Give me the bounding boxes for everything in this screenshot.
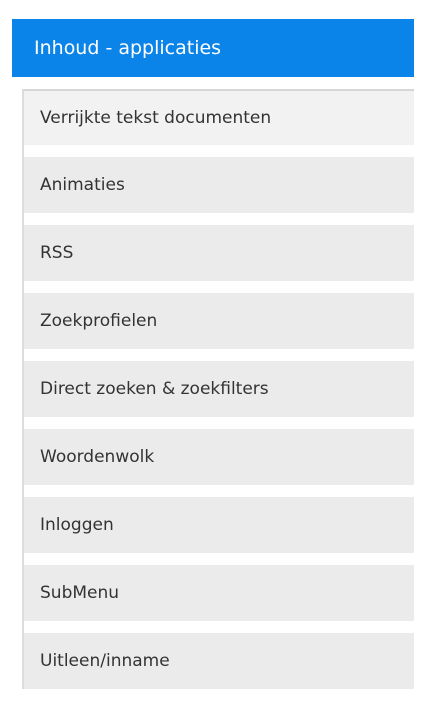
content-apps-panel: Inhoud - applicaties Verrijkte tekst doc… [12, 19, 414, 701]
menu-item-label: SubMenu [40, 583, 120, 603]
menu-item-verrijkte-tekst-documenten[interactable]: Verrijkte tekst documenten [22, 89, 414, 145]
menu-item-rss[interactable]: RSS [22, 225, 414, 281]
menu-item-label: Woordenwolk [40, 447, 155, 467]
menu-item-animaties[interactable]: Animaties [22, 157, 414, 213]
menu-item-label: Animaties [40, 175, 125, 195]
menu-item-label: RSS [40, 243, 74, 263]
menu-item-submenu[interactable]: SubMenu [22, 565, 414, 621]
menu-item-label: Uitleen/inname [40, 651, 170, 671]
menu-item-label: Verrijkte tekst documenten [40, 108, 272, 128]
menu-item-label: Direct zoeken & zoekfilters [40, 379, 269, 399]
panel-title: Inhoud - applicaties [34, 37, 222, 59]
app-menu: Verrijkte tekst documenten Animaties RSS… [22, 89, 414, 689]
menu-item-zoekprofielen[interactable]: Zoekprofielen [22, 293, 414, 349]
menu-item-label: Inloggen [40, 515, 114, 535]
menu-left-edge [22, 89, 24, 689]
panel-header: Inhoud - applicaties [12, 19, 414, 77]
menu-item-woordenwolk[interactable]: Woordenwolk [22, 429, 414, 485]
menu-item-direct-zoeken[interactable]: Direct zoeken & zoekfilters [22, 361, 414, 417]
menu-item-label: Zoekprofielen [40, 311, 158, 331]
menu-item-inloggen[interactable]: Inloggen [22, 497, 414, 553]
menu-item-uitleen-inname[interactable]: Uitleen/inname [22, 633, 414, 689]
